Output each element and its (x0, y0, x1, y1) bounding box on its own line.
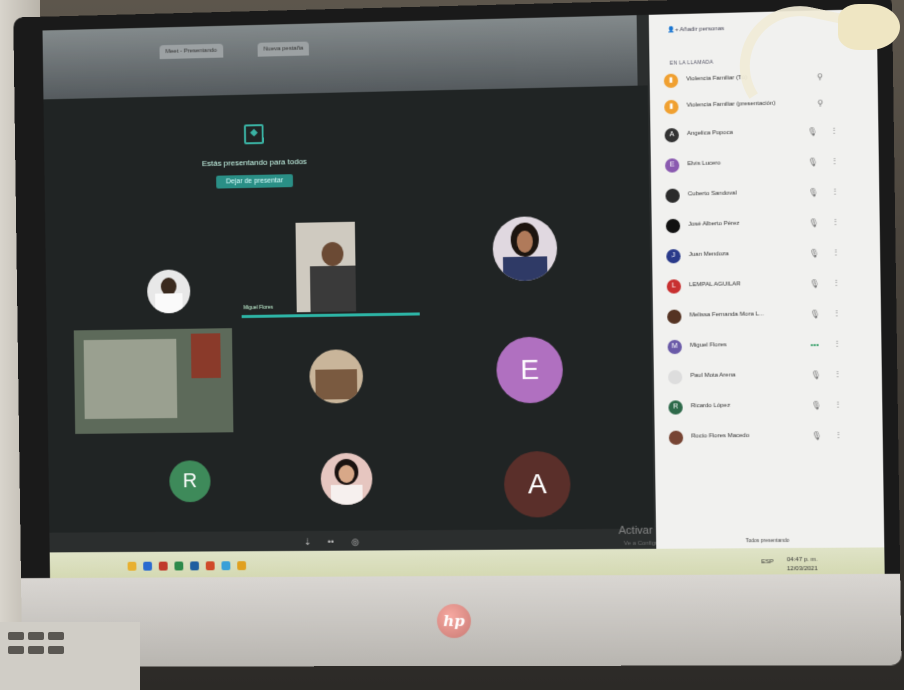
more-options-icon[interactable]: ⋮ (831, 186, 839, 195)
participant-avatar: E (496, 336, 564, 404)
app-icon[interactable] (174, 561, 184, 571)
mic-off-icon: 🎙 (808, 187, 819, 198)
participant-avatar (668, 430, 684, 445)
active-speaker-indicator (241, 312, 420, 319)
participant-row[interactable]: Melissa Fernanda Mora L... 🎙 ⋮ (667, 304, 867, 329)
participant-avatar: A (664, 128, 679, 143)
mic-off-icon: 🎙 (810, 370, 822, 380)
mic-off-icon: 🎙 (809, 248, 820, 259)
banana-object (838, 4, 900, 50)
add-person-icon: 👤+ (667, 27, 680, 34)
camera-icon[interactable]: ◎ (351, 537, 359, 548)
participant-avatar (665, 188, 680, 203)
meet-bars-icon: ▮ (663, 73, 679, 89)
more-options-icon[interactable]: ⋮ (834, 430, 842, 439)
participant-avatar: E (664, 158, 680, 173)
keyboard (0, 622, 140, 690)
participant-row[interactable]: Paul Mota Arena 🎙 ⋮ (667, 365, 868, 390)
participant-photo (146, 269, 191, 314)
participant-photo (320, 452, 373, 506)
stop-presenting-button[interactable]: Dejar de presentar (216, 174, 294, 189)
participant-row[interactable]: Cuberto Sandoval 🎙 ⋮ (665, 182, 865, 208)
mic-off-icon: 🎙 (809, 279, 821, 289)
more-options-icon[interactable]: ⋮ (834, 400, 842, 409)
add-people-button[interactable]: 👤+ Añadir personas (667, 25, 724, 34)
participant-photo (492, 216, 558, 282)
presenting-text: Estás presentando para todos (201, 156, 307, 169)
browser-tab[interactable]: Nueva pestaña (257, 41, 310, 57)
more-options-icon[interactable]: ⋮ (830, 126, 838, 135)
chrome-icon[interactable] (237, 561, 247, 571)
participant-photo (309, 349, 364, 404)
edge-icon[interactable] (143, 561, 153, 571)
participant-avatar: L (666, 279, 682, 294)
participant-avatar (667, 370, 683, 385)
folder-icon[interactable] (127, 561, 137, 571)
participant-avatar: R (169, 460, 211, 503)
meeting-grid: ◆ Estás presentando para todos Dejar de … (43, 85, 654, 533)
mic-off-icon: 🎙 (811, 431, 823, 441)
mic-off-icon: 🎙 (808, 218, 820, 228)
mic-icon[interactable]: ⇣ (304, 537, 312, 548)
more-options-icon[interactable]: ⋮ (833, 369, 841, 378)
more-options-icon[interactable]: ⋮ (832, 247, 840, 256)
presenting-notice: ◆ Estás presentando para todos Dejar de … (190, 123, 319, 189)
participant-video (295, 221, 357, 313)
present-label[interactable]: Todos presentando (746, 538, 790, 544)
active-speaker-name: Miguel Flores (243, 304, 274, 312)
hp-logo: hp (436, 603, 472, 639)
app-icon[interactable] (205, 561, 215, 571)
monitor-chin: hp (20, 573, 902, 667)
participant-row[interactable]: E Elvis Lucero 🎙 ⋮ (664, 151, 865, 177)
participant-row[interactable]: José Alberto Pérez 🎙 ⋮ (665, 212, 866, 238)
mic-off-icon: 🎙 (811, 400, 822, 411)
present-screen-icon: ◆ (243, 124, 264, 145)
participant-row[interactable]: L LEMPAL AGUILAR 🎙 ⋮ (666, 273, 867, 298)
app-icon[interactable] (221, 561, 231, 571)
participant-row[interactable]: J Juan Mendoza 🎙 ⋮ (666, 243, 866, 269)
more-options-icon[interactable]: ⋮ (833, 339, 841, 348)
app-icon[interactable] (158, 561, 168, 571)
more-options-icon[interactable]: ⋮ (833, 308, 841, 317)
participant-row[interactable]: R Ricardo López 🎙 ⋮ (668, 395, 868, 419)
participant-row[interactable]: A Angelica Popoca 🎙 ⋮ (664, 121, 865, 147)
participant-avatar: M (667, 339, 682, 355)
section-label: EN LA LLAMADA (669, 59, 714, 67)
word-icon[interactable] (190, 561, 200, 571)
system-clock[interactable]: 04:47 p. m. 12/03/2021 (787, 556, 818, 574)
speaking-indicator-icon: ••• (810, 339, 820, 350)
participant-avatar: A (503, 450, 571, 518)
mic-off-icon: 🎙 (807, 157, 819, 167)
participant-avatar: R (668, 400, 683, 415)
more-options-icon[interactable]: ⋮ (832, 278, 840, 287)
more-icon[interactable]: •• (328, 537, 334, 547)
participant-avatar: J (666, 249, 681, 264)
participant-avatar (667, 309, 682, 324)
more-options-icon[interactable]: ⋮ (830, 156, 838, 165)
language-indicator[interactable]: ESP (761, 559, 773, 565)
participant-avatar (665, 218, 681, 234)
mic-off-icon: 🎙 (809, 309, 821, 319)
browser-tab[interactable]: Meet - Presentando (159, 43, 224, 60)
participant-row[interactable]: Rocío Flores Macedo 🎙 ⋮ (668, 426, 869, 450)
meet-bars-icon: ▮ (664, 99, 679, 115)
participant-row[interactable]: M Miguel Flores ••• ⋮ (667, 334, 867, 359)
participant-video (73, 328, 234, 434)
more-options-icon[interactable]: ⋮ (831, 217, 839, 226)
